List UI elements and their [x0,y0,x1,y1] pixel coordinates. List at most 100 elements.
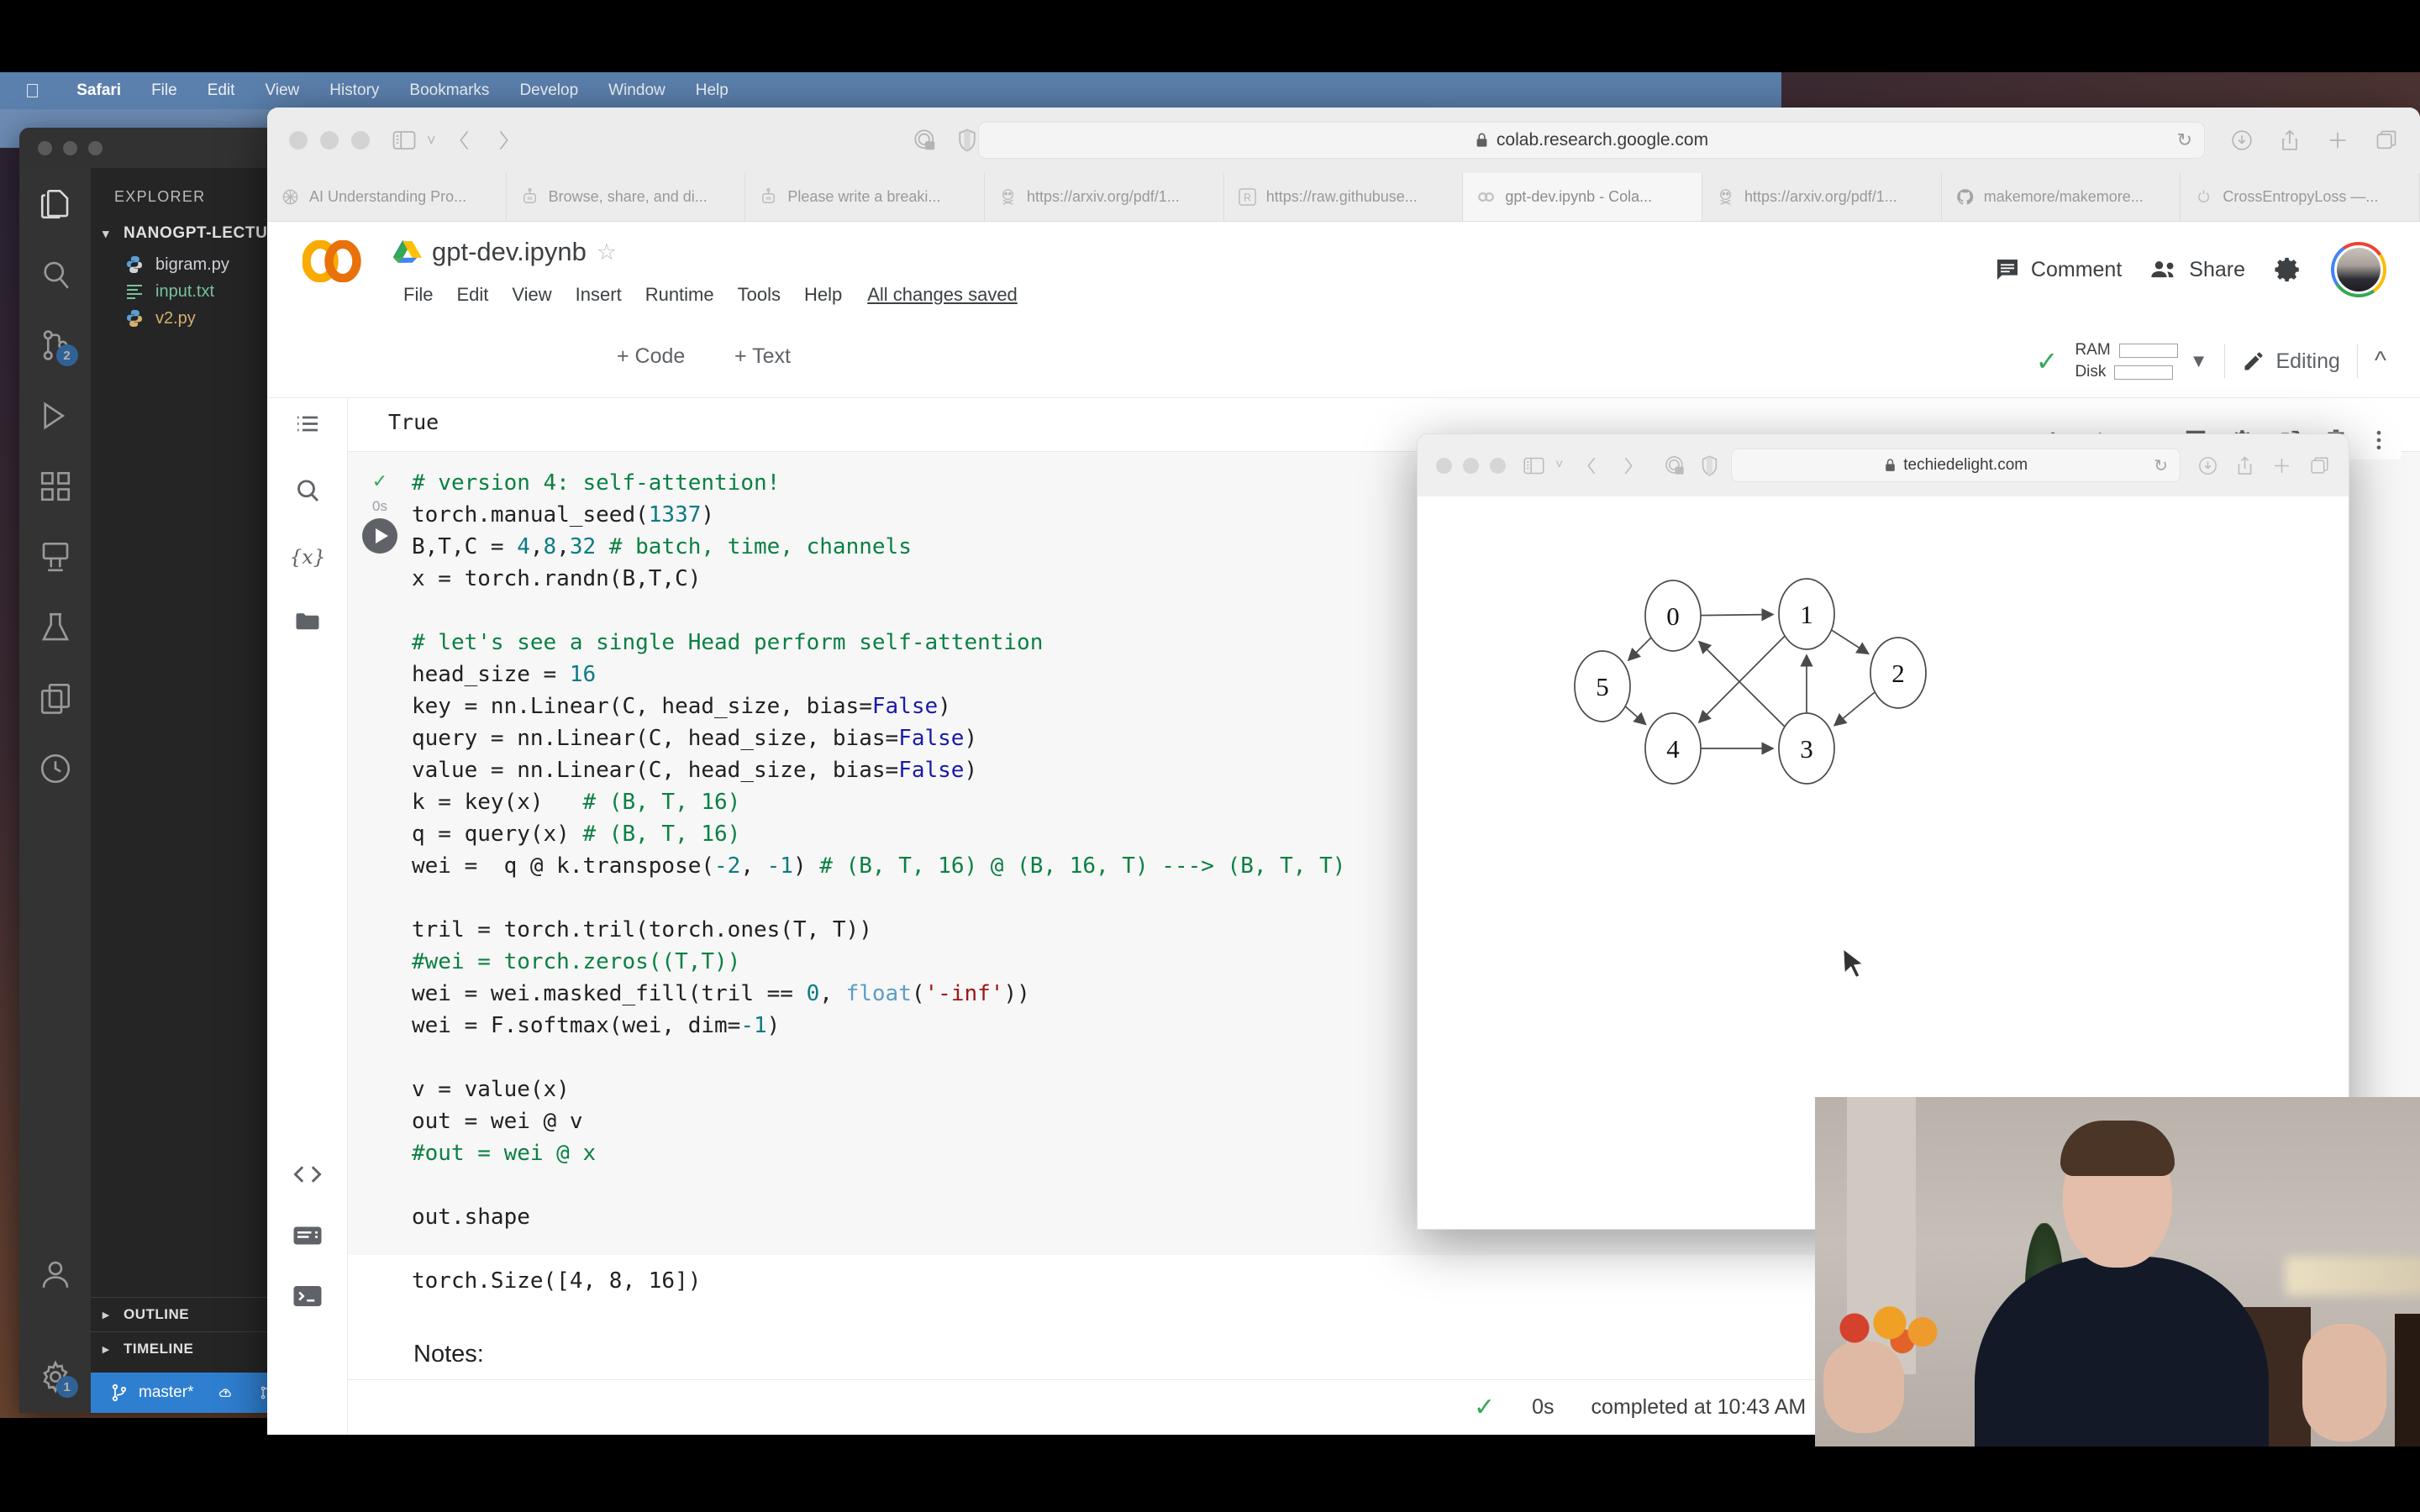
caret-down-icon[interactable]: ▼ [2190,350,2208,372]
settings-gear-icon[interactable]: 1 [38,1359,78,1398]
menubar-item-safari[interactable]: Safari [61,81,136,100]
share-button[interactable]: Share [2150,257,2245,282]
safari-tab-4[interactable]: R https://raw.githubuse... [1224,173,1464,221]
files-icon[interactable] [38,186,73,222]
comment-button[interactable]: Comment [1994,256,2122,283]
safari-tab-7[interactable]: makemore/makemore... [1942,173,2181,221]
new-tab-icon[interactable] [2326,129,2349,152]
window-close-button[interactable] [1436,457,1452,474]
search-icon[interactable] [292,475,323,506]
testing-icon[interactable] [38,610,73,645]
safari-tab-1[interactable]: Browse, share, and di... [507,173,746,221]
editing-mode-button[interactable]: Editing [2242,349,2340,374]
add-code-cell-button[interactable]: + Code [617,344,685,369]
menubar-item-edit[interactable]: Edit [192,81,250,100]
chevron-right-icon[interactable] [493,129,513,152]
run-debug-icon[interactable] [38,398,73,433]
files-folder-icon[interactable] [292,606,323,637]
apple-icon[interactable]:  [25,80,39,102]
new-tab-icon[interactable] [2271,455,2292,476]
menubar-item-help[interactable]: Help [681,81,744,100]
lock-icon [1886,459,1896,471]
clock-icon[interactable] [38,751,73,786]
ram-disk-meter[interactable]: RAM Disk ▼ [2075,341,2207,381]
colab-menu-runtime[interactable]: Runtime [634,279,726,311]
window-minimize-button[interactable] [1463,457,1479,474]
colab-menu-help[interactable]: Help [792,279,854,311]
menubar-item-history[interactable]: History [314,81,394,100]
privacy-report-icon[interactable] [913,128,938,153]
colab-menu-edit[interactable]: Edit [445,279,500,311]
google-drive-icon [393,240,422,263]
chevron-up-icon[interactable]: ^ [2375,347,2386,375]
colab-menu-insert[interactable]: Insert [564,279,634,311]
save-status[interactable]: All changes saved [854,284,1018,306]
table-of-contents-icon[interactable] [292,410,323,440]
sidebar-toggle-icon[interactable] [392,129,417,151]
account-icon[interactable] [38,1257,73,1292]
colab-menu-view[interactable]: View [500,279,563,311]
privacy-report-icon[interactable] [1664,454,1686,477]
menubar-item-view[interactable]: View [250,81,314,100]
downloads-icon[interactable] [2197,455,2218,476]
safari-tab-0[interactable]: AI Understanding Pro... [267,173,507,221]
window-close-button[interactable] [289,131,308,150]
graph-node-label: 5 [1596,672,1609,701]
extensions-icon[interactable] [38,469,73,504]
variables-icon[interactable]: {x} [292,541,324,571]
colab-menu-file[interactable]: File [392,279,445,311]
downloads-icon[interactable] [2230,129,2254,152]
gear-icon[interactable] [2274,255,2302,284]
run-cell-button[interactable] [362,517,397,554]
menubar-item-bookmarks[interactable]: Bookmarks [394,81,504,100]
sync-cloud-icon[interactable] [218,1383,234,1403]
colab-menu-tools[interactable]: Tools [726,279,792,311]
menubar-item-file[interactable]: File [136,81,192,100]
window-zoom-button[interactable] [351,131,370,150]
window-zoom-button[interactable] [1490,457,1506,474]
window-minimize-button[interactable] [320,131,339,150]
chevron-down-icon[interactable]: ˅ [427,132,436,150]
window-close-button[interactable] [38,140,52,155]
source-control-icon[interactable]: 2 [38,328,78,366]
menubar-item-window[interactable]: Window [593,81,681,100]
safari-tab-3[interactable]: https://arxiv.org/pdf/1... [985,173,1224,221]
more-options-icon[interactable] [2370,428,2388,453]
window-minimize-button[interactable] [63,140,77,155]
chevron-right-icon[interactable] [1619,455,1637,476]
statusbar-branch[interactable]: master* [109,1383,193,1403]
code-snippets-icon[interactable] [292,1161,324,1188]
share-icon[interactable] [2235,455,2254,476]
colab-filename[interactable]: gpt-dev.ipynb [432,237,587,267]
safari-url-bar[interactable]: colab.research.google.com ↻ [978,122,2205,159]
chevron-left-icon[interactable] [1583,455,1601,476]
safari-tab-2[interactable]: Please write a breaki... [745,173,986,221]
star-outline-icon[interactable]: ☆ [597,239,617,265]
command-palette-icon[interactable] [292,1223,323,1248]
colab-logo[interactable] [302,240,363,282]
terminal-icon[interactable] [292,1284,323,1309]
shield-icon[interactable] [1700,454,1719,477]
reload-icon[interactable]: ↻ [2154,455,2168,476]
search-icon[interactable] [38,257,73,292]
tab-overview-icon[interactable] [2309,455,2330,476]
colab-left-rail: {x} [267,398,348,1435]
copy-icon[interactable] [38,680,73,716]
tab-overview-icon[interactable] [2375,129,2398,152]
folder-label: NANOGPT-LECTU [124,224,268,242]
chevron-left-icon[interactable] [455,129,475,152]
avatar[interactable] [2331,242,2386,297]
safari-tab-5-active[interactable]: gpt-dev.ipynb - Cola... [1463,173,1703,221]
safari-tab-8[interactable]: CrossEntropyLoss —... [2181,173,2420,221]
share-icon[interactable] [2279,129,2301,152]
reload-icon[interactable]: ↻ [2177,129,2192,151]
popup-url-bar[interactable]: techiedelight.com ↻ [1731,449,2181,482]
safari-tab-6[interactable]: https://arxiv.org/pdf/1... [1702,173,1942,221]
menubar-item-develop[interactable]: Develop [504,81,593,100]
window-zoom-button[interactable] [88,140,103,155]
add-text-cell-button[interactable]: + Text [734,344,791,369]
remote-explorer-icon[interactable] [38,539,73,575]
chevron-down-icon[interactable]: ˅ [1555,458,1563,473]
shield-icon[interactable] [956,128,978,153]
sidebar-toggle-icon[interactable] [1523,456,1545,475]
